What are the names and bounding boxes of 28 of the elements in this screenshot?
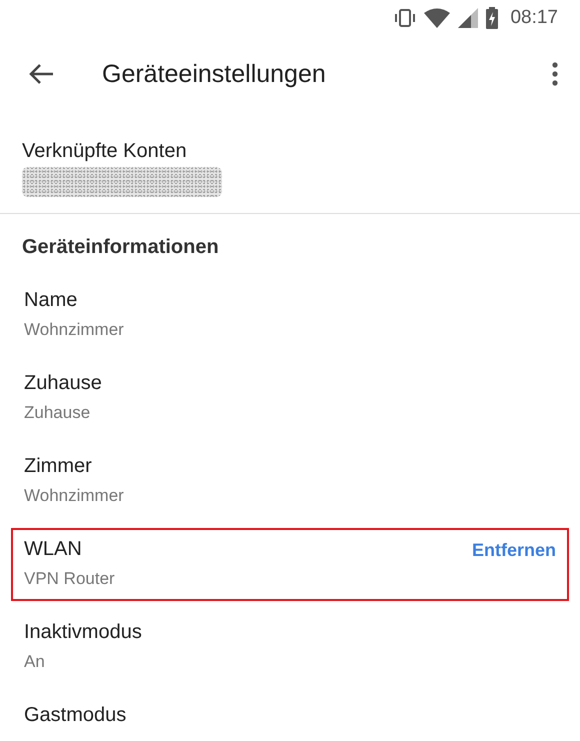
setting-value: VPN Router xyxy=(24,569,116,589)
setting-row[interactable]: Inaktivmodus An xyxy=(11,611,569,684)
setting-row[interactable]: Zimmer Wohnzimmer xyxy=(11,445,569,518)
setting-label: Name xyxy=(24,289,78,312)
setting-label: Gastmodus xyxy=(24,704,128,727)
battery-icon xyxy=(486,7,498,29)
setting-row[interactable]: Zuhause Zuhause xyxy=(11,362,569,435)
screen-title: Geräteeinstellungen xyxy=(102,60,327,88)
setting-label: Inaktivmodus xyxy=(24,621,143,644)
signal-icon xyxy=(458,8,478,28)
highlighted-setting-row[interactable]: WLAN VPN Router Entfernen xyxy=(11,528,569,601)
setting-value: Zuhause xyxy=(24,403,92,423)
setting-row[interactable]: Gastmodus xyxy=(11,694,569,739)
setting-value: Wohnzimmer xyxy=(24,486,125,506)
linked-accounts-label: Verknüpfte Konten xyxy=(22,140,187,163)
vibrate-icon xyxy=(394,8,416,28)
remove-link[interactable]: Entfernen xyxy=(472,540,556,561)
section-header: Geräteinformationen xyxy=(21,235,220,260)
setting-label: Zuhause xyxy=(24,372,103,395)
more-options-icon[interactable] xyxy=(552,62,558,86)
wifi-icon xyxy=(424,8,450,28)
setting-value: Wohnzimmer xyxy=(24,320,125,340)
setting-value: An xyxy=(24,652,46,672)
setting-label: Zimmer xyxy=(24,455,93,478)
setting-label: WLAN xyxy=(24,538,83,561)
setting-row[interactable]: Name Wohnzimmer xyxy=(11,279,569,352)
back-arrow-icon[interactable] xyxy=(28,63,54,85)
status-time: 08:17 xyxy=(510,7,558,29)
